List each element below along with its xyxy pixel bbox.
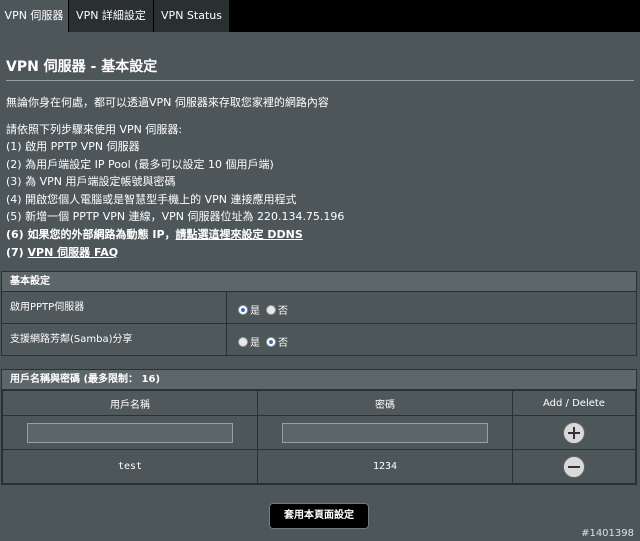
intro-text: 無論你身在何處，都可以透過VPN 伺服器來存取您家裡的網路內容: [6, 96, 329, 109]
delete-user-icon[interactable]: [563, 455, 585, 478]
col-add-delete: Add / Delete: [512, 390, 636, 416]
samba-share-no-label: 否: [278, 338, 288, 349]
tab-bar: VPN 伺服器 VPN 詳細設定 VPN Status: [0, 0, 640, 32]
users-panel: 用戶名稱與密碼 (最多限制： 16) 用戶名稱 密碼 Add / Delete …: [1, 369, 637, 485]
title-divider: [6, 80, 634, 81]
samba-share-yes-label: 是: [250, 338, 260, 349]
pptp-enable-no-radio[interactable]: [266, 304, 276, 315]
step-4: (4) 開啟您個人電腦或是智慧型手機上的 VPN 連接應用程式: [6, 193, 297, 206]
samba-share-yes-radio[interactable]: [238, 336, 248, 347]
step-7: (7) VPN 伺服器 FAQ: [6, 244, 118, 260]
col-username: 用戶名稱: [2, 390, 258, 416]
pptp-enable-label: 啟用PPTP伺服器: [2, 292, 227, 323]
ddns-link[interactable]: 請點選這裡來設定 DDNS: [176, 228, 303, 241]
tab-vpn-advanced[interactable]: VPN 詳細設定: [69, 0, 154, 32]
samba-share-label: 支援網路芳鄰(Samba)分享: [2, 324, 227, 355]
users-table: 用戶名稱 密碼 Add / Delete test 1234: [2, 390, 636, 484]
tab-vpn-status[interactable]: VPN Status: [154, 0, 230, 32]
basic-settings-panel: 基本設定 啟用PPTP伺服器 是 否 支援網路芳鄰(Samba)分享 是 否: [1, 271, 637, 356]
tab-vpn-server[interactable]: VPN 伺服器: [0, 0, 69, 32]
user-entry-username: test: [2, 449, 258, 484]
page-title: VPN 伺服器 - 基本設定: [6, 59, 158, 75]
users-input-row: [2, 415, 636, 450]
user-entry-password: 1234: [257, 449, 513, 484]
pptp-enable-yes-label: 是: [250, 306, 260, 317]
step-6-text: (6) 如果您的外部網路為動態 IP，: [6, 228, 176, 241]
steps-heading: 請依照下列步驟來使用 VPN 伺服器:: [6, 123, 183, 136]
pptp-enable-row: 啟用PPTP伺服器 是 否: [2, 292, 636, 324]
watermark: #1401398: [581, 528, 634, 539]
faq-link[interactable]: VPN 伺服器 FAQ: [28, 246, 119, 259]
samba-share-row: 支援網路芳鄰(Samba)分享 是 否: [2, 324, 636, 355]
delete-cell: [512, 449, 636, 484]
users-header: 用戶名稱與密碼 (最多限制： 16): [2, 370, 636, 390]
pptp-enable-yes-radio[interactable]: [238, 304, 248, 315]
username-input-cell: [2, 415, 258, 450]
step-7-prefix: (7): [6, 246, 28, 259]
samba-share-radios: 是 否: [238, 334, 288, 349]
step-1: (1) 啟用 PPTP VPN 伺服器: [6, 140, 140, 153]
add-user-icon[interactable]: [563, 421, 585, 444]
table-row: test 1234: [2, 449, 636, 484]
pptp-enable-no-label: 否: [278, 306, 288, 317]
step-3: (3) 為 VPN 用戶端設定帳號與密碼: [6, 175, 176, 188]
samba-share-no-radio[interactable]: [266, 336, 276, 347]
col-password: 密碼: [257, 390, 513, 416]
step-5: (5) 新增一個 PPTP VPN 連線，VPN 伺服器位址為 220.134.…: [6, 210, 345, 223]
users-table-header-row: 用戶名稱 密碼 Add / Delete: [2, 390, 636, 416]
password-input-cell: [257, 415, 513, 450]
pptp-enable-radios: 是 否: [238, 302, 288, 317]
step-6: (6) 如果您的外部網路為動態 IP，請點選這裡來設定 DDNS: [6, 226, 303, 242]
username-input[interactable]: [27, 422, 233, 443]
basic-settings-header: 基本設定: [2, 272, 636, 292]
apply-button[interactable]: 套用本頁面設定: [269, 503, 369, 529]
password-input[interactable]: [282, 422, 488, 443]
step-2: (2) 為用戶端設定 IP Pool (最多可以設定 10 個用戶端): [6, 158, 274, 171]
add-cell: [512, 415, 636, 450]
